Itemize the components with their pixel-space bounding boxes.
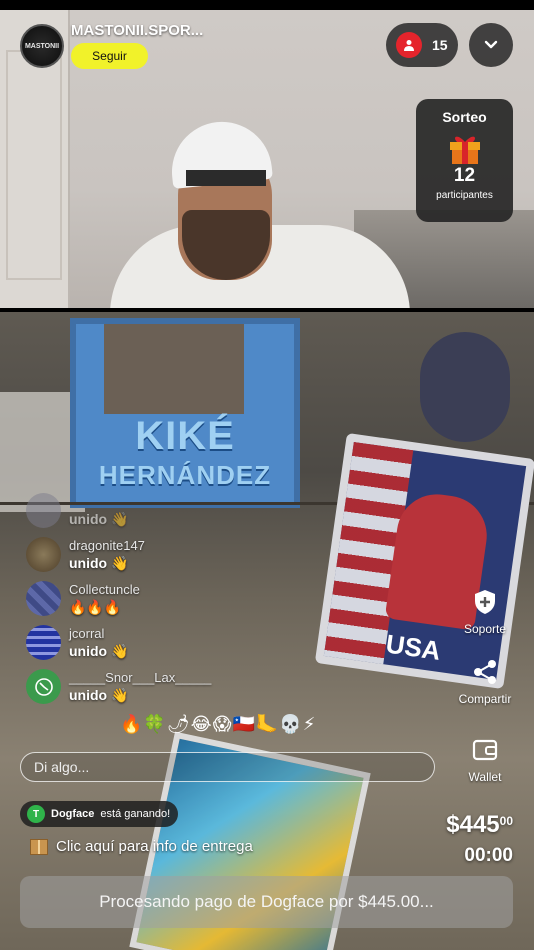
price-main: $445 xyxy=(446,811,500,838)
package-icon xyxy=(30,838,48,855)
chat-avatar[interactable] xyxy=(26,625,61,660)
trading-card-prizm: USA xyxy=(314,432,534,690)
shield-plus-icon xyxy=(471,588,499,616)
clock-icon xyxy=(34,677,53,696)
chat-avatar[interactable] xyxy=(26,493,61,528)
collapse-button[interactable] xyxy=(469,23,513,67)
wallet-button[interactable]: Wallet xyxy=(455,736,515,784)
winning-bidder-name: Dogface xyxy=(51,808,95,820)
chat-input[interactable] xyxy=(20,752,435,782)
winning-bidder-badge: T Dogface está ganando! xyxy=(20,801,179,827)
live-stream-screen: KIKÉ HERNÁNDEZ USA MASTONII MASTONII.SPO… xyxy=(0,0,534,950)
chevron-down-icon xyxy=(484,40,498,49)
chat-message: Collectuncle 🔥🔥🔥 xyxy=(26,578,286,622)
share-label: Compartir xyxy=(458,692,512,706)
auction-timer: 00:00 xyxy=(464,845,513,866)
share-icon xyxy=(471,658,499,686)
chat-message: unido 👋 xyxy=(26,490,286,534)
delivery-info-link[interactable]: Clic aquí para info de entrega xyxy=(30,838,253,855)
viewer-count-pill[interactable]: 15 xyxy=(386,23,458,67)
chat-username[interactable]: dragonite147 xyxy=(69,538,145,553)
giveaway-subtitle: participantes xyxy=(436,190,493,201)
background-figure xyxy=(420,332,510,442)
viewer-icon xyxy=(396,32,422,58)
chat-message: jcorral unido 👋 xyxy=(26,622,286,666)
viewer-count: 15 xyxy=(432,37,448,53)
wallet-icon xyxy=(471,736,499,764)
support-button[interactable]: Soporte xyxy=(455,588,515,636)
chat-text: 🔥🔥🔥 xyxy=(69,599,122,615)
share-button[interactable]: Compartir xyxy=(455,658,515,706)
current-bid-price: $44500 xyxy=(446,811,513,839)
bidder-avatar-icon: T xyxy=(27,805,45,823)
frame-window xyxy=(104,324,244,414)
giveaway-panel[interactable]: Sorteo 12 participantes xyxy=(416,99,513,222)
chat-text: unido 👋 xyxy=(69,643,129,659)
streamer-name[interactable]: MASTONII.SPOR... xyxy=(71,22,203,39)
chat-avatar[interactable] xyxy=(26,581,61,616)
frame-name-first: KIKÉ xyxy=(135,414,235,458)
follow-button[interactable]: Seguir xyxy=(71,43,148,69)
chat-avatar[interactable] xyxy=(26,537,61,572)
player-frame: KIKÉ HERNÁNDEZ xyxy=(70,318,300,508)
chat-username[interactable]: Collectuncle xyxy=(69,582,140,597)
chat-text: unido 👋 xyxy=(69,555,129,571)
card-usa-text: USA xyxy=(384,628,443,666)
delivery-info-label: Clic aquí para info de entrega xyxy=(56,838,253,855)
chat-feed: unido 👋 dragonite147 unido 👋 Collectuncl… xyxy=(26,490,286,710)
winning-status: está ganando! xyxy=(100,808,171,820)
chat-text: unido 👋 xyxy=(69,687,129,703)
chat-text: unido 👋 xyxy=(69,511,129,527)
support-label: Soporte xyxy=(463,622,507,636)
stream-header: MASTONII MASTONII.SPOR... Seguir 15 xyxy=(0,10,534,90)
giveaway-title: Sorteo xyxy=(442,109,487,125)
chat-username[interactable]: _____Snor___Lax_____ xyxy=(69,670,211,685)
price-cents: 00 xyxy=(499,814,513,828)
chat-avatar[interactable] xyxy=(26,669,61,704)
quick-emoji-bar[interactable]: 🔥🍀🌶😂😱🇨🇱🦶💀⚡ xyxy=(120,714,316,735)
giveaway-count: 12 xyxy=(453,165,476,186)
wallet-label: Wallet xyxy=(468,770,502,784)
avatar-logo-text: MASTONII xyxy=(24,42,60,50)
streamer-cap-band xyxy=(186,170,266,186)
chat-message: dragonite147 unido 👋 xyxy=(26,534,286,578)
streamer-avatar[interactable]: MASTONII xyxy=(20,24,64,68)
frame-name-last: HERNÁNDEZ xyxy=(98,460,272,490)
chat-message: _____Snor___Lax_____ unido 👋 xyxy=(26,666,286,710)
payment-processing-bar: Procesando pago de Dogface por $445.00..… xyxy=(20,876,513,928)
chat-username[interactable]: jcorral xyxy=(69,626,104,641)
gift-icon xyxy=(447,131,483,164)
